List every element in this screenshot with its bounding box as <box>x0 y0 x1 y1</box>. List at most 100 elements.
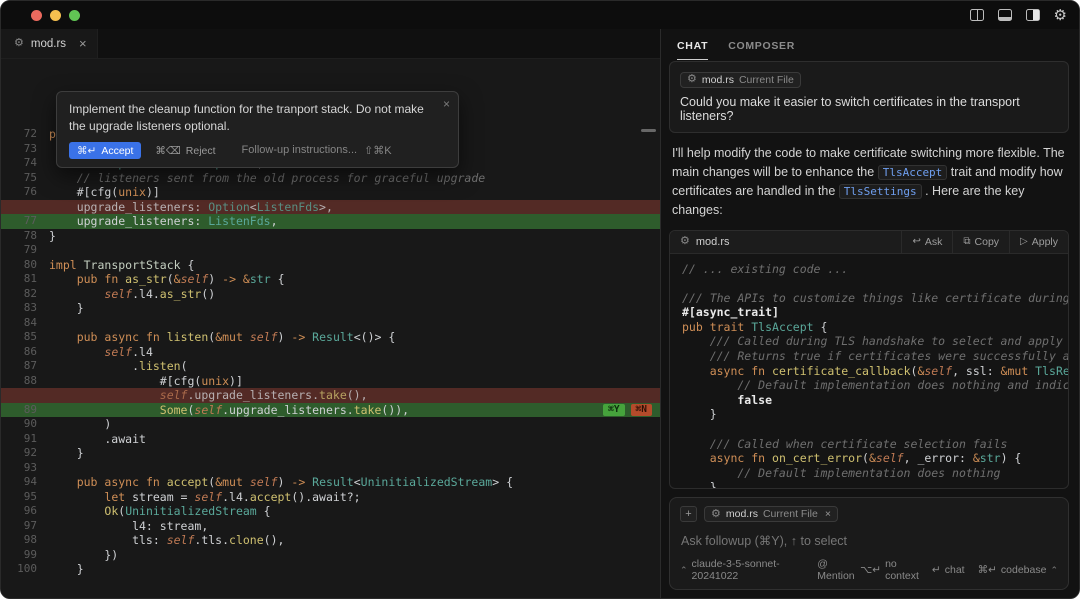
close-icon[interactable]: × <box>443 97 450 111</box>
user-message-text: Could you make it easier to switch certi… <box>680 95 1058 123</box>
chevron-up-icon: ⌃ <box>680 565 688 576</box>
minimize-window-button[interactable] <box>50 10 61 21</box>
file-context-chip[interactable]: ⚙ mod.rs Current File <box>680 72 801 88</box>
mention-button[interactable]: @ Mention <box>817 558 860 582</box>
code-line: } <box>682 407 1068 422</box>
tab-chat[interactable]: CHAT <box>677 31 708 60</box>
chat-panel: CHAT COMPOSER ⚙ mod.rs Current File Coul… <box>661 29 1079 598</box>
line-number: 92 <box>1 446 37 461</box>
titlebar: ⚙ <box>1 1 1079 29</box>
code-line: 93 <box>1 461 660 476</box>
code-line: 96 Ok(UninitializedStream { <box>1 504 660 519</box>
chip-close-icon[interactable]: × <box>825 508 831 520</box>
line-number <box>1 200 37 215</box>
accept-button[interactable]: ⌘↵ Accept <box>69 142 141 159</box>
copy-button[interactable]: ⧉ Copy <box>952 231 1009 253</box>
no-context-hint[interactable]: ⌥↵ no context <box>860 558 919 582</box>
rust-file-icon: ⚙ <box>680 236 690 247</box>
chevron-up-icon: ⌃ <box>1050 565 1058 576</box>
diff-accept-badge[interactable]: ⌘Y <box>603 404 624 417</box>
code-block-body: // ... existing code .../// The APIs to … <box>670 254 1068 490</box>
code-line: /// Returns true if certificates were su… <box>682 349 1068 364</box>
code-line: 88 #[cfg(unix)] <box>1 374 660 389</box>
copy-icon: ⧉ <box>963 236 970 247</box>
line-number: 91 <box>1 432 37 447</box>
code-line: 99 }) <box>1 548 660 563</box>
line-number: 73 <box>1 142 37 157</box>
line-number: 99 <box>1 548 37 563</box>
code-line: /// Called when certificate selection fa… <box>682 437 1068 452</box>
file-context-chip[interactable]: ⚙ mod.rs Current File × <box>704 506 838 522</box>
line-number: 76 <box>1 185 37 200</box>
close-window-button[interactable] <box>31 10 42 21</box>
code-line: // Default implementation does nothing <box>682 466 1068 481</box>
code-line: // Default implementation does nothing a… <box>682 378 1068 393</box>
code-line: } <box>682 480 1068 489</box>
line-number: 72 <box>1 127 37 142</box>
chip-file-name: mod.rs <box>726 508 758 520</box>
accept-shortcut: ⌘↵ <box>77 145 96 157</box>
rust-file-icon: ⚙ <box>711 509 721 520</box>
model-name: claude-3-5-sonnet-20241022 <box>692 558 804 582</box>
followup-instructions-button[interactable]: Follow-up instructions... ⇧⌘K <box>242 144 392 157</box>
code-line: 78} <box>1 229 660 244</box>
diff-reject-badge[interactable]: ⌘N <box>631 404 652 417</box>
chip-file-tag: Current File <box>763 508 818 520</box>
split-editor-icon[interactable] <box>970 9 984 21</box>
reply-icon: ↩ <box>912 236 920 247</box>
chat-tab-bar: CHAT COMPOSER <box>669 29 1069 61</box>
code-line: 80impl TransportStack { <box>1 258 660 273</box>
code-line: /// The APIs to customize things like ce… <box>682 291 1068 306</box>
user-message: ⚙ mod.rs Current File Could you make it … <box>669 61 1069 133</box>
line-number: 79 <box>1 243 37 258</box>
add-context-button[interactable]: + <box>680 506 697 522</box>
code-editor[interactable]: 72pub(crate) struct TransportStack {73 l… <box>1 59 660 598</box>
code-line: 90 ) <box>1 417 660 432</box>
code-line: #[async_trait] <box>682 305 1068 320</box>
code-line: /// Called during TLS handshake to selec… <box>682 334 1068 349</box>
line-number: 83 <box>1 301 37 316</box>
chat-submit-hint[interactable]: ↵ chat <box>932 564 965 576</box>
model-selector[interactable]: ⌃ claude-3-5-sonnet-20241022 <box>680 558 803 582</box>
toggle-panel-icon[interactable] <box>998 9 1012 21</box>
reject-button[interactable]: ⌘⌫ Reject <box>155 145 215 157</box>
line-number: 89 <box>1 403 37 418</box>
assistant-message-text: I'll help modify the code to make certif… <box>672 144 1066 220</box>
inline-ai-prompt: × Implement the cleanup function for the… <box>56 91 459 168</box>
chat-input[interactable]: + ⚙ mod.rs Current File × Ask followup (… <box>669 497 1069 590</box>
codebase-label: codebase <box>1001 564 1047 576</box>
tab-mod-rs[interactable]: ⚙ mod.rs × <box>1 29 98 58</box>
chip-file-tag: Current File <box>739 74 794 86</box>
ask-label: Ask <box>925 236 943 248</box>
settings-gear-icon[interactable]: ⚙ <box>1054 8 1067 23</box>
line-number: 74 <box>1 156 37 171</box>
line-number: 95 <box>1 490 37 505</box>
code-line: self.upgrade_listeners.take(), <box>1 388 660 403</box>
line-number: 84 <box>1 316 37 331</box>
line-number: 97 <box>1 519 37 534</box>
inline-code: TlsSettings <box>839 184 922 199</box>
apply-button[interactable]: ▷ Apply <box>1009 231 1068 253</box>
inline-prompt-text: Implement the cleanup function for the t… <box>69 101 446 134</box>
code-line: async fn certificate_callback(&self, ssl… <box>682 364 1068 379</box>
tab-composer[interactable]: COMPOSER <box>728 31 795 59</box>
chat-input-placeholder[interactable]: Ask followup (⌘Y), ↑ to select <box>681 533 1058 548</box>
chat-shortcut: ↵ <box>932 564 941 576</box>
code-line <box>682 276 1068 291</box>
code-line: 87 .listen( <box>1 359 660 374</box>
code-line: 81 pub fn as_str(&self) -> &str { <box>1 272 660 287</box>
code-line: 85 pub async fn listen(&mut self) -> Res… <box>1 330 660 345</box>
codebase-hint[interactable]: ⌘↵ codebase ⌃ <box>978 564 1058 576</box>
followup-shortcut: ⇧⌘K <box>364 144 392 157</box>
code-block-header: ⚙ mod.rs ↩ Ask ⧉ Copy ▷ Apply <box>670 231 1068 254</box>
toggle-sidebar-icon[interactable] <box>1026 9 1040 21</box>
scrollbar-thumb[interactable] <box>641 129 656 132</box>
chip-file-name: mod.rs <box>702 74 734 86</box>
tab-close-icon[interactable]: × <box>79 36 87 51</box>
ask-button[interactable]: ↩ Ask <box>901 231 952 253</box>
code-line: 75 // listeners sent from the old proces… <box>1 171 660 186</box>
zoom-window-button[interactable] <box>69 10 80 21</box>
editor-tab-bar: ⚙ mod.rs × <box>1 29 660 59</box>
code-line: 97 l4: stream, <box>1 519 660 534</box>
code-line: 76 #[cfg(unix)] <box>1 185 660 200</box>
